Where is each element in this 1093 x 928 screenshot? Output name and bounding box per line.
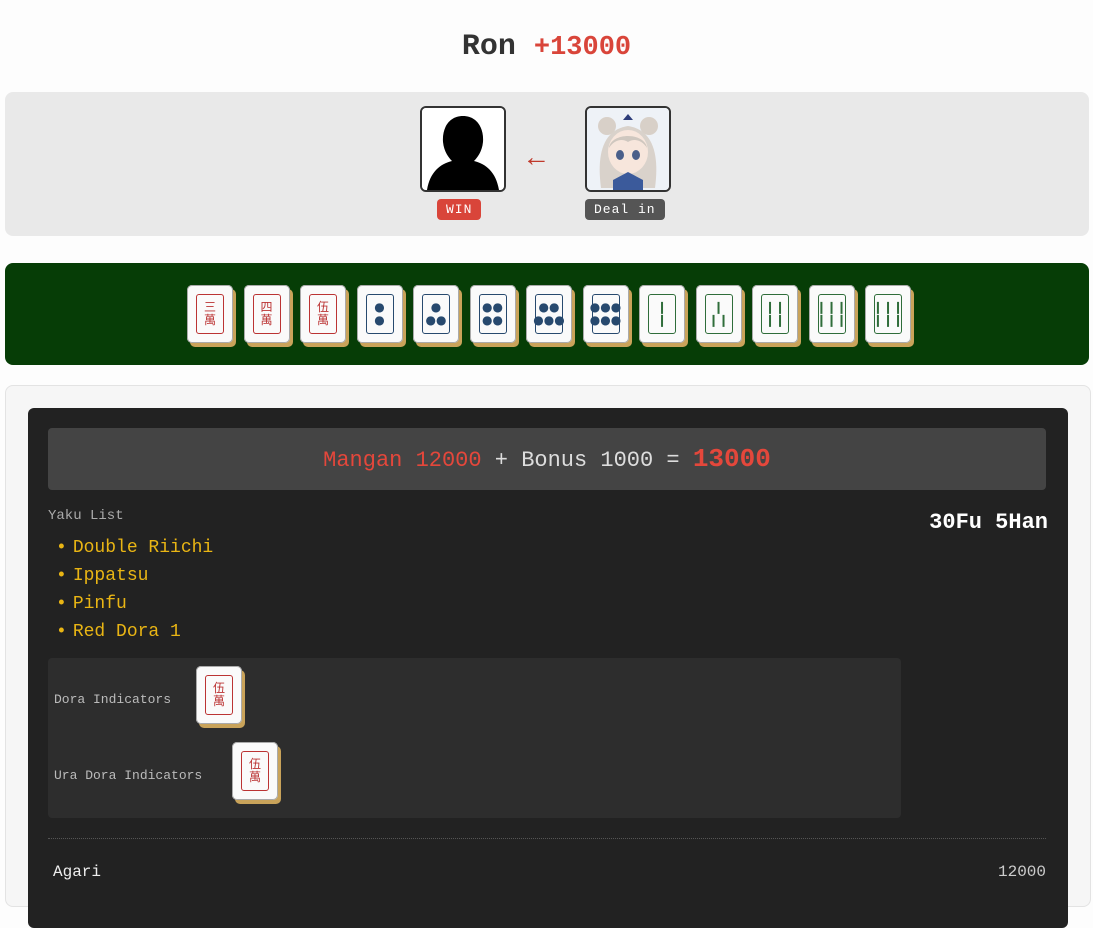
hand-tile: 伍萬 — [300, 285, 346, 343]
hand-table: 三萬四萬伍萬 ● ● ● ●● ●● ●● ●● ●●● ●●● ●●● ❙ ❙ ❙ ❙❙ ❙❙ ❙❙ ❙❙❙ ❙❙… — [5, 263, 1089, 365]
dora-indicator-tile: 伍萬 — [196, 666, 242, 724]
tile-bottom: ❙❙❙ — [872, 313, 904, 327]
hand-tile: ❙❙❙ ❙❙❙ — [865, 285, 911, 343]
hand-tile: ❙ ❙❙ — [695, 285, 742, 343]
yaku-item: Ippatsu — [56, 562, 213, 590]
dora-box: Dora Indicators 伍萬 Ura Dora Indicators 伍… — [48, 658, 901, 818]
dora-indicators-label: Dora Indicators — [54, 692, 172, 707]
hand-tile: ●● ●●● — [526, 285, 572, 343]
tile-bottom: ❙❙ — [708, 313, 729, 327]
tile-bottom: ❙❙❙ — [816, 313, 847, 327]
score-details: Mangan 12000 + Bonus 1000 = 13000 Yaku L… — [28, 408, 1068, 928]
yaku-item: Red Dora 1 — [56, 618, 213, 646]
tile-bottom: 萬 — [203, 313, 216, 327]
divider — [48, 838, 1046, 839]
yaku-item: Pinfu — [56, 590, 213, 618]
arrow-icon: ← — [528, 144, 545, 175]
winner-avatar — [420, 106, 506, 192]
agari-value: 12000 — [997, 863, 1046, 881]
silhouette-icon — [422, 108, 504, 190]
tile-bottom: ❙ — [656, 313, 668, 327]
tile-bottom: ● — [374, 313, 385, 327]
equals-sign: = — [666, 448, 680, 473]
yaku-list-label: Yaku List — [48, 508, 124, 524]
tile-bottom: ●●● — [533, 313, 565, 327]
hand-tile: 三萬 — [187, 285, 233, 343]
hand-tile: ● ●● — [413, 285, 459, 343]
tile-bottom: 萬 — [316, 313, 329, 327]
players-panel: WIN ← Deal in — [5, 92, 1089, 236]
tile-bottom: ●● — [425, 313, 447, 327]
tile-bottom: 萬 — [212, 694, 225, 708]
deal-in-badge: Deal in — [585, 199, 665, 220]
score-summary: Mangan 12000 + Bonus 1000 = 13000 — [48, 428, 1046, 490]
yaku-list: Double Riichi Ippatsu Pinfu Red Dora 1 — [56, 534, 213, 646]
win-badge: WIN — [437, 199, 482, 220]
ura-dora-indicators-label: Ura Dora Indicators — [54, 768, 203, 783]
limit-value: 12000 — [415, 448, 482, 473]
hand-tile: ❙❙❙ ❙❙❙ — [808, 285, 855, 343]
total-score: 13000 — [692, 444, 771, 474]
result-title: Ron +13000 — [0, 30, 1093, 64]
loser-avatar — [585, 106, 671, 192]
ura-dora-indicator-tile: 伍萬 — [232, 742, 278, 800]
hand-tile: ❙❙ ❙❙ — [752, 285, 798, 343]
anime-girl-avatar-icon — [587, 108, 669, 190]
hand-tile: ●●● ●●● — [582, 285, 629, 343]
plus-sign: + — [494, 448, 508, 473]
result-type: Ron — [461, 30, 516, 64]
agari-label: Agari — [53, 863, 102, 881]
tile-bottom: ●●● — [589, 313, 622, 327]
score-panel: Mangan 12000 + Bonus 1000 = 13000 Yaku L… — [5, 385, 1091, 928]
bonus-label: Bonus — [521, 448, 588, 473]
tile-bottom: ●● — [482, 313, 503, 327]
hand-tile: ❙ ❙ — [639, 285, 685, 343]
point-gain: +13000 — [533, 33, 632, 63]
bonus-value: 1000 — [600, 448, 654, 473]
hand-tile: 四萬 — [243, 285, 290, 343]
yaku-item: Double Riichi — [56, 534, 213, 562]
hand-tile: ●● ●● — [469, 285, 516, 343]
tile-bottom: 萬 — [260, 313, 273, 327]
tile-bottom: ❙❙ — [764, 313, 786, 327]
tile-bottom: 萬 — [248, 770, 261, 784]
limit-name: Mangan — [323, 448, 403, 473]
hand-tile: ● ● — [356, 285, 403, 343]
fu-han: 30Fu 5Han — [929, 510, 1048, 535]
